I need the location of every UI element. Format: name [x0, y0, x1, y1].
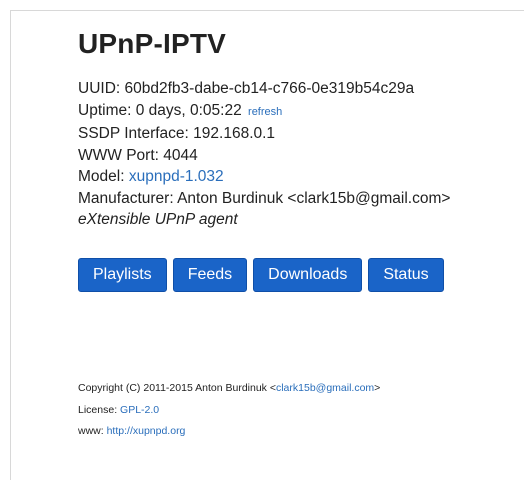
- playlists-button[interactable]: Playlists: [78, 257, 167, 292]
- main-content: UPnP-IPTV UUID: 60bd2fb3-dabe-cb14-c766-…: [78, 26, 518, 292]
- refresh-link[interactable]: refresh: [248, 106, 282, 118]
- model-row: Model: xupnpd-1.032: [78, 166, 518, 188]
- model-link[interactable]: xupnpd-1.032: [129, 168, 224, 185]
- uuid-value: 60bd2fb3-dabe-cb14-c766-0e319b54c29a: [124, 80, 415, 97]
- description: eXtensible UPnP agent: [78, 211, 238, 228]
- uptime-row: Uptime: 0 days, 0:05:22 refresh: [78, 100, 518, 124]
- uuid-label: UUID:: [78, 80, 121, 97]
- license-label: License:: [78, 403, 118, 416]
- license-row: License: GPL-2.0: [78, 400, 380, 422]
- copyright-row: Copyright (C) 2011-2015 Anton Burdinuk <…: [78, 378, 380, 400]
- footer: Copyright (C) 2011-2015 Anton Burdinuk <…: [78, 378, 380, 443]
- uuid-row: UUID: 60bd2fb3-dabe-cb14-c766-0e319b54c2…: [78, 78, 518, 100]
- www-port-label: WWW Port:: [78, 146, 159, 164]
- manufacturer-row: Manufacturer: Anton Burdinuk <clark15b@g…: [78, 188, 518, 210]
- ssdp-row: SSDP Interface: 192.168.0.1: [78, 123, 518, 145]
- status-button[interactable]: Status: [368, 257, 444, 292]
- nav-buttons: Playlists Feeds Downloads Status: [78, 257, 518, 292]
- manufacturer-value: Anton Burdinuk <clark15b@gmail.com>: [177, 189, 451, 207]
- copyright-suffix: >: [374, 382, 381, 394]
- downloads-button[interactable]: Downloads: [253, 257, 363, 292]
- uptime-value: 0 days, 0:05:22: [135, 101, 242, 119]
- copyright-prefix: Copyright (C) 2011-2015 Anton Burdinuk <: [78, 382, 276, 394]
- model-label: Model:: [78, 168, 125, 185]
- page-title: UPnP-IPTV: [78, 28, 227, 59]
- uptime-label: Uptime:: [78, 101, 132, 119]
- device-info: UUID: 60bd2fb3-dabe-cb14-c766-0e319b54c2…: [78, 78, 518, 231]
- www-port-row: WWW Port: 4044: [78, 145, 518, 167]
- manufacturer-label: Manufacturer:: [78, 189, 174, 207]
- www-link[interactable]: http://xupnpd.org: [107, 425, 186, 437]
- copyright-email-link[interactable]: clark15b@gmail.com: [276, 382, 374, 394]
- license-link[interactable]: GPL-2.0: [120, 404, 159, 416]
- www-label: www:: [78, 425, 104, 437]
- feeds-button[interactable]: Feeds: [172, 257, 248, 292]
- ssdp-value: 192.168.0.1: [193, 125, 276, 142]
- www-port-value: 4044: [163, 146, 198, 164]
- ssdp-label: SSDP Interface:: [78, 125, 189, 142]
- www-row: www: http://xupnpd.org: [78, 421, 380, 443]
